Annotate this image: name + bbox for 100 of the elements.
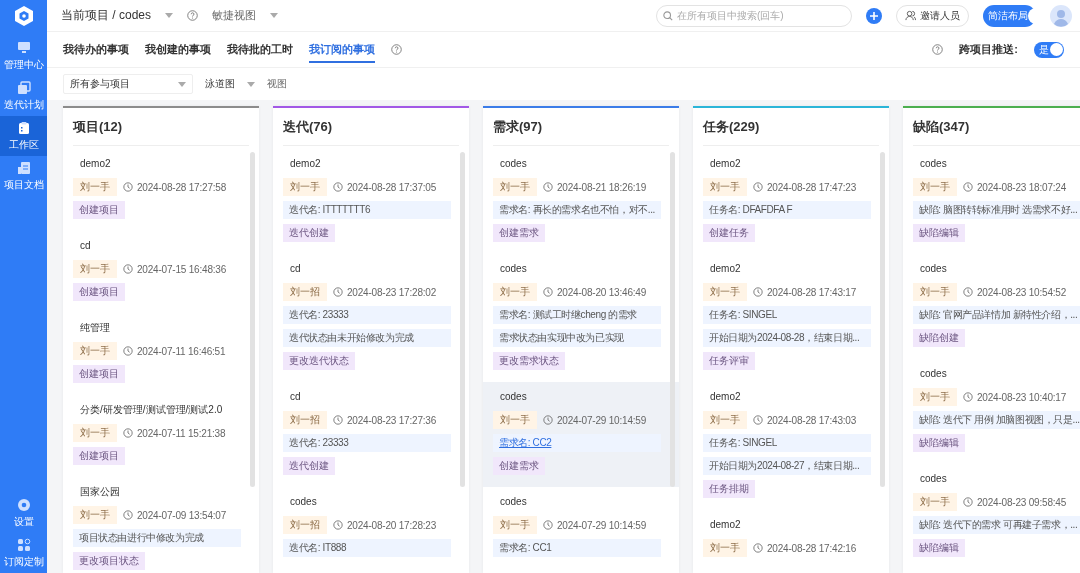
help-icon[interactable] (932, 44, 944, 55)
activity-card[interactable]: codes 刘一手 2024-08-20 13:46:49 需求名: 测试工时继cheng 的需求 需求状态由实现中改为已实现 更改需求状态 (483, 254, 679, 382)
activity-card[interactable]: codes 刘一手 2024-08-23 10:54:52 缺陷: 官网产品详情加 新特性介绍，... 缺陷创建 (903, 254, 1080, 359)
project-name: codes (500, 262, 527, 276)
user-tag: 刘一手 (283, 178, 327, 196)
column-title: 缺陷(347) (913, 108, 1080, 146)
activity-card[interactable]: demo2 刘一手 2024-08-28 17:42:16 (693, 510, 889, 569)
column-title: 需求(97) (493, 108, 669, 146)
activity-card[interactable]: 纯管理 刘一手 2024-07-11 16:46:51 创建项目 (63, 313, 259, 395)
action-tag: 缺陷编辑 (913, 434, 965, 452)
action-tag: 创建项目 (73, 365, 125, 383)
view-switcher[interactable]: 敏捷视图 (212, 8, 257, 23)
user-tag: 刘一手 (703, 539, 747, 557)
view-type-select[interactable]: 泳道图 (205, 77, 255, 91)
activity-card[interactable]: demo2 刘一手 2024-08-28 17:37:05 迭代名: ITTTTTTT6 迭代创建 (273, 149, 469, 254)
scrollbar[interactable] (250, 152, 255, 487)
clock-icon (123, 346, 133, 356)
activity-card[interactable]: demo2 刘一手 2024-08-28 17:43:17 任务名: SINGEL 开始日期为2024-08-28，结束日期... 任务评审 (693, 254, 889, 382)
clock-icon (543, 287, 553, 297)
project-name: cd (80, 239, 91, 253)
user-tag: 刘一招 (283, 411, 327, 429)
clock-icon (963, 287, 973, 297)
project-name: cd (290, 390, 301, 404)
activity-card[interactable]: demo2 刘一手 2024-08-28 17:47:23 任务名: DFAFDFA F 创建任务 (693, 149, 889, 254)
push-switch[interactable]: 是 (1034, 41, 1064, 58)
sidebar-item[interactable]: 设置 (0, 493, 47, 533)
activity-card[interactable]: codes 刘一招 2024-08-20 17:28:23 迭代名: IT888 (273, 487, 469, 569)
sidebar-item[interactable]: 工作区 (0, 116, 47, 156)
activity-card[interactable]: codes 刘一手 2024-08-23 09:58:45 缺陷: 迭代下的需求 可再建子需求，... 缺陷编辑 (903, 464, 1080, 569)
project-name: codes (920, 157, 947, 171)
action-tag: 创建需求 (493, 457, 545, 475)
activity-card[interactable]: demo2 刘一手 2024-08-28 17:43:03 任务名: SINGEL 开始日期为2024-08-27，结束日期... 任务排期 (693, 382, 889, 510)
user-tag: 刘一手 (703, 178, 747, 196)
project-name: codes (920, 472, 947, 486)
search-field[interactable]: 在所有项目中搜索(回车) (656, 4, 852, 27)
timestamp: 2024-07-29 10:14:59 (557, 519, 647, 531)
scrollbar[interactable] (460, 152, 465, 487)
project-name: demo2 (80, 157, 111, 171)
help-icon[interactable] (391, 44, 402, 55)
scrollbar[interactable] (670, 152, 675, 487)
add-button[interactable] (866, 7, 882, 24)
timestamp: 2024-07-09 13:54:07 (137, 509, 227, 521)
caret-icon (270, 13, 279, 18)
view-label: 视图 (267, 77, 287, 91)
help-icon[interactable] (187, 10, 199, 21)
activity-card[interactable]: cd 刘一招 2024-08-23 17:27:36 迭代名: 23333 迭代创建 (273, 382, 469, 487)
timestamp: 2024-08-23 17:27:36 (347, 414, 437, 426)
project-select[interactable]: 所有参与项目 (63, 74, 193, 94)
scrollbar[interactable] (880, 152, 885, 487)
breadcrumb[interactable]: 当前项目 / codes (61, 7, 152, 24)
activity-card[interactable]: codes 刘一手 2024-07-29 10:14:59 需求名: CC2 创建需求 (483, 382, 679, 487)
clock-icon (333, 182, 343, 192)
search-icon (663, 10, 673, 21)
activity-card[interactable]: codes 刘一手 2024-07-29 10:14:59 需求名: CC1 (483, 487, 679, 569)
activity-card[interactable]: 国家公园 刘一手 2024-07-09 13:54:07 项目状态由进行中修改为完成 更改项目状态 (63, 477, 259, 573)
tab[interactable]: 我待办的事项 (63, 36, 129, 63)
timestamp: 2024-08-23 10:40:17 (977, 391, 1067, 403)
clock-icon (753, 543, 763, 553)
activity-card[interactable]: codes 刘一手 2024-08-21 18:26:19 需求名: 再长的需求名也不怕，对不... 创建需求 (483, 149, 679, 254)
sidebar-item[interactable]: 管理中心 (0, 36, 47, 76)
project-name: cd (290, 262, 301, 276)
plus-icon (870, 11, 878, 20)
project-name: codes (290, 495, 317, 509)
invite-button[interactable]: 邀请人员 (896, 4, 969, 27)
sidebar-item[interactable]: 迭代计划 (0, 76, 47, 116)
monitor-icon (16, 41, 31, 55)
detail-link[interactable]: 需求名: CC2 (499, 437, 552, 448)
action-tag: 创建项目 (73, 201, 125, 219)
project-name: codes (500, 390, 527, 404)
user-tag: 刘一手 (913, 178, 957, 196)
project-name: codes (500, 495, 527, 509)
timestamp: 2024-08-20 13:46:49 (557, 286, 647, 298)
clock-icon (963, 497, 973, 507)
activity-card[interactable]: cd 刘一招 2024-08-23 17:28:02 迭代名: 23333 迭代状态由未开始修改为完成 更改迭代状态 (273, 254, 469, 382)
activity-card[interactable]: demo2 刘一手 2024-08-28 17:27:58 创建项目 (63, 149, 259, 231)
user-tag: 刘一手 (703, 411, 747, 429)
project-name: demo2 (710, 518, 741, 532)
action-tag: 缺陷编辑 (913, 224, 965, 242)
clock-icon (333, 520, 343, 530)
tab[interactable]: 我订阅的事项 (309, 36, 375, 63)
user-tag: 刘一手 (73, 178, 117, 196)
activity-card[interactable]: codes 刘一手 2024-08-23 18:07:24 缺陷: 脑图转转标准用时 选需求不好... 缺陷编辑 (903, 149, 1080, 254)
avatar[interactable] (1050, 4, 1072, 27)
sidebar-item[interactable]: 订阅定制 (0, 533, 47, 573)
activity-card[interactable]: cd 刘一手 2024-07-15 16:48:36 创建项目 (63, 231, 259, 313)
user-tag: 刘一手 (913, 283, 957, 301)
timestamp: 2024-08-28 17:43:17 (767, 286, 857, 298)
timestamp: 2024-08-28 17:42:16 (767, 542, 857, 554)
user-tag: 刘一手 (73, 424, 117, 442)
sidebar-item[interactable]: 项目文档 (0, 156, 47, 196)
user-tag: 刘一手 (493, 411, 537, 429)
timestamp: 2024-08-23 17:28:02 (347, 286, 437, 298)
activity-card[interactable]: codes 刘一手 2024-08-23 10:40:17 缺陷: 迭代下 用例 加脑图视图，只是... 缺陷编辑 (903, 359, 1080, 464)
action-tag: 更改迭代状态 (283, 352, 355, 370)
timestamp: 2024-07-15 16:48:36 (137, 263, 227, 275)
tab[interactable]: 我创建的事项 (145, 36, 211, 63)
project-name: demo2 (710, 157, 741, 171)
timestamp: 2024-08-23 10:54:52 (977, 286, 1067, 298)
tab[interactable]: 我待批的工时 (227, 36, 293, 63)
activity-card[interactable]: 分类/研发管理/测试管理/测试2.0 刘一手 2024-07-11 15:21:38 创建项目 (63, 395, 259, 477)
